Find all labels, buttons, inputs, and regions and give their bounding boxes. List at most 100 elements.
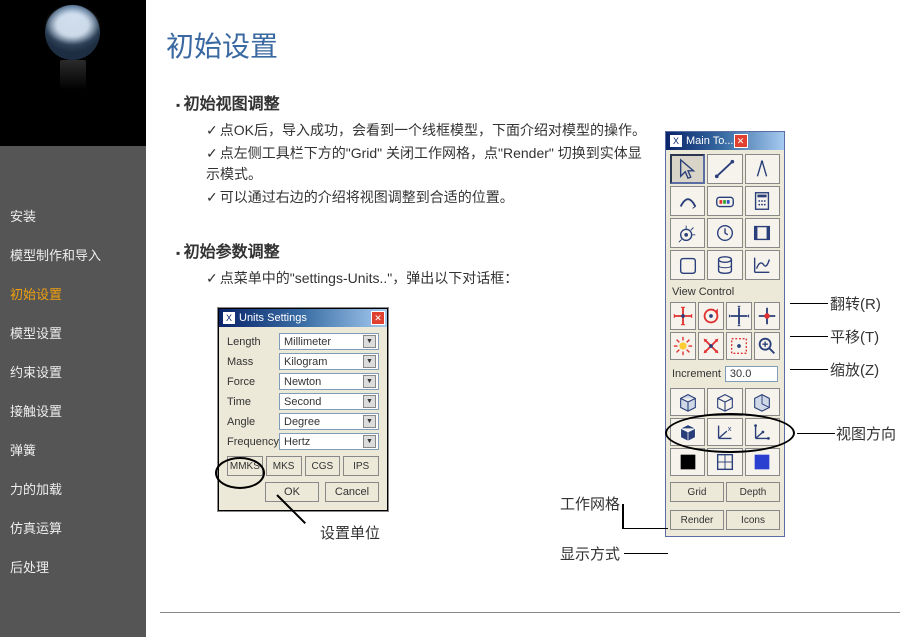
nav-model-import[interactable]: 模型制作和导入 bbox=[0, 235, 146, 274]
translate-point-icon[interactable] bbox=[754, 302, 780, 330]
annotation-line bbox=[622, 504, 624, 529]
section1-head: 初始视图调整 bbox=[176, 90, 900, 114]
section2-bullet1: 点菜单中的"settings-Units.."，弹出以下对话框： bbox=[206, 268, 646, 289]
units-title: Units Settings bbox=[239, 312, 371, 324]
pan-annotation: 平移(T) bbox=[830, 326, 879, 347]
view-right-icon[interactable] bbox=[745, 388, 780, 416]
annotation-line bbox=[790, 369, 828, 370]
set-unit-annotation: 设置单位 bbox=[320, 522, 380, 543]
scroll-tool-icon[interactable] bbox=[670, 250, 705, 280]
rotate-xy-icon[interactable] bbox=[670, 302, 696, 330]
toolbox-title: Main To... bbox=[686, 135, 734, 147]
annotation-line bbox=[790, 336, 828, 337]
nav-post[interactable]: 后处理 bbox=[0, 547, 146, 586]
gear-tool-icon[interactable] bbox=[670, 218, 705, 248]
preset-mks[interactable]: MKS bbox=[266, 456, 302, 476]
wire-square-icon[interactable] bbox=[707, 448, 742, 476]
nav-force[interactable]: 力的加载 bbox=[0, 469, 146, 508]
solid-cube-icon[interactable] bbox=[670, 418, 705, 446]
zoom-icon[interactable] bbox=[754, 332, 780, 360]
section2-head: 初始参数调整 bbox=[176, 238, 900, 262]
depth-button[interactable]: Depth bbox=[726, 482, 780, 502]
line-tool-icon[interactable] bbox=[707, 154, 742, 184]
axis-xyz-icon[interactable] bbox=[745, 418, 780, 446]
length-value: Millimeter bbox=[284, 336, 331, 348]
chevron-down-icon[interactable]: ▼ bbox=[363, 435, 376, 448]
calculator-tool-icon[interactable] bbox=[745, 186, 780, 216]
grid-button[interactable]: Grid bbox=[670, 482, 724, 502]
ok-button[interactable]: OK bbox=[265, 482, 319, 502]
footer-line bbox=[160, 612, 900, 613]
view-front-icon[interactable] bbox=[670, 388, 705, 416]
time-select[interactable]: Second ▼ bbox=[279, 393, 379, 410]
nav-model-settings[interactable]: 模型设置 bbox=[0, 313, 146, 352]
rotate-free-icon[interactable] bbox=[698, 332, 724, 360]
annotation-line bbox=[624, 553, 668, 554]
units-titlebar[interactable]: X Units Settings ✕ bbox=[219, 309, 387, 327]
chevron-down-icon[interactable]: ▼ bbox=[363, 335, 376, 348]
view-control-label: View Control bbox=[666, 284, 784, 298]
preset-ips[interactable]: IPS bbox=[343, 456, 379, 476]
clock-tool-icon[interactable] bbox=[707, 218, 742, 248]
nav-springs[interactable]: 弹簧 bbox=[0, 430, 146, 469]
close-icon[interactable]: ✕ bbox=[734, 134, 748, 148]
increment-label: Increment bbox=[672, 368, 721, 380]
zoom-extents-icon[interactable] bbox=[726, 332, 752, 360]
nav-initial-settings[interactable]: 初始设置 bbox=[0, 274, 146, 313]
chevron-down-icon[interactable]: ▼ bbox=[363, 355, 376, 368]
length-select[interactable]: Millimeter ▼ bbox=[279, 333, 379, 350]
close-icon[interactable]: ✕ bbox=[371, 311, 385, 325]
mass-label: Mass bbox=[227, 356, 279, 368]
chevron-down-icon[interactable]: ▼ bbox=[363, 395, 376, 408]
length-label: Length bbox=[227, 336, 279, 348]
preset-mmks[interactable]: MMKS bbox=[227, 456, 263, 476]
icons-button[interactable]: Icons bbox=[726, 510, 780, 530]
nav-contacts[interactable]: 接触设置 bbox=[0, 391, 146, 430]
nav-list: 安装 模型制作和导入 初始设置 模型设置 约束设置 接触设置 弹簧 力的加载 仿… bbox=[0, 146, 146, 586]
film-tool-icon[interactable] bbox=[745, 218, 780, 248]
units-settings-dialog: X Units Settings ✕ Length Millimeter ▼ M… bbox=[218, 308, 388, 511]
translate-icon[interactable] bbox=[726, 302, 752, 330]
section1-bullet2: 点左侧工具栏下方的"Grid" 关闭工作网格，点"Render" 切换到实体显示… bbox=[206, 143, 646, 185]
app-logo-icon: X bbox=[223, 312, 235, 324]
grid-annotation: 工作网格 bbox=[560, 493, 620, 514]
section1-bullet3: 可以通过右边的介绍将视图调整到合适的位置。 bbox=[206, 187, 646, 208]
chevron-down-icon[interactable]: ▼ bbox=[363, 375, 376, 388]
chart-tool-icon[interactable] bbox=[745, 250, 780, 280]
frequency-value: Hertz bbox=[284, 436, 310, 448]
axis-x-icon[interactable]: x bbox=[707, 418, 742, 446]
force-value: Newton bbox=[284, 376, 321, 388]
angle-select[interactable]: Degree ▼ bbox=[279, 413, 379, 430]
increment-field[interactable]: 30.0 bbox=[725, 366, 778, 382]
force-select[interactable]: Newton ▼ bbox=[279, 373, 379, 390]
annotation-line bbox=[624, 528, 668, 529]
black-square-icon[interactable] bbox=[670, 448, 705, 476]
rotate-annotation: 翻转(R) bbox=[830, 293, 881, 314]
cancel-button[interactable]: Cancel bbox=[325, 482, 379, 502]
frequency-select[interactable]: Hertz ▼ bbox=[279, 433, 379, 450]
annotation-line bbox=[797, 433, 835, 434]
chevron-down-icon[interactable]: ▼ bbox=[363, 415, 376, 428]
mass-select[interactable]: Kilogram ▼ bbox=[279, 353, 379, 370]
preset-cgs[interactable]: CGS bbox=[305, 456, 341, 476]
page-title: 初始设置 bbox=[166, 25, 900, 65]
nav-install[interactable]: 安装 bbox=[0, 196, 146, 235]
nav-constraints[interactable]: 约束设置 bbox=[0, 352, 146, 391]
render-button[interactable]: Render bbox=[670, 510, 724, 530]
rotate-z-icon[interactable] bbox=[698, 302, 724, 330]
toolbox-titlebar[interactable]: X Main To... ✕ bbox=[666, 132, 784, 150]
force-label: Force bbox=[227, 376, 279, 388]
frequency-label: Frequency bbox=[227, 436, 279, 448]
zoom-annotation: 缩放(Z) bbox=[830, 359, 879, 380]
nav-simulation[interactable]: 仿真运算 bbox=[0, 508, 146, 547]
arc-tool-icon[interactable] bbox=[670, 186, 705, 216]
select-tool-icon[interactable] bbox=[670, 154, 705, 184]
compass-tool-icon[interactable] bbox=[745, 154, 780, 184]
color-tool-icon[interactable] bbox=[707, 186, 742, 216]
view-iso-icon[interactable] bbox=[707, 388, 742, 416]
database-tool-icon[interactable] bbox=[707, 250, 742, 280]
angle-value: Degree bbox=[284, 416, 320, 428]
blue-square-icon[interactable] bbox=[745, 448, 780, 476]
angle-label: Angle bbox=[227, 416, 279, 428]
rotate-light-icon[interactable] bbox=[670, 332, 696, 360]
